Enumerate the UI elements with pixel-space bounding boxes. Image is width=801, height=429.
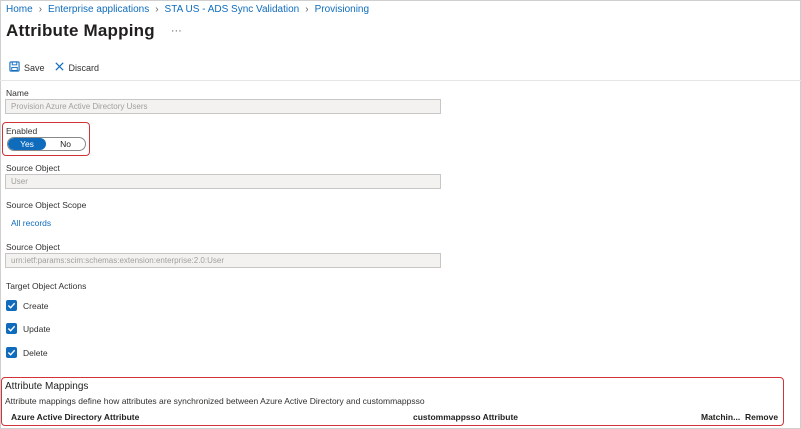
source-object-label: Source Object — [6, 163, 60, 173]
column-header-app-attribute[interactable]: custommappsso Attribute — [413, 412, 518, 422]
save-icon — [9, 61, 24, 74]
enabled-yes-option[interactable]: Yes — [8, 138, 46, 150]
chevron-right-icon: › — [155, 4, 159, 15]
delete-label: Delete — [23, 347, 48, 358]
page-frame — [0, 0, 801, 429]
enabled-toggle[interactable]: Yes No — [7, 137, 86, 151]
create-action-row: Create — [6, 300, 49, 311]
close-icon — [54, 61, 69, 74]
enabled-no-option[interactable]: No — [46, 138, 85, 150]
title-row: Attribute Mapping ··· — [6, 21, 182, 41]
target-object-field[interactable]: urn:ietf:params:scim:schemas:extension:e… — [5, 253, 441, 268]
checkmark-icon — [7, 349, 16, 356]
create-checkbox[interactable] — [6, 300, 17, 311]
column-header-remove[interactable]: Remove — [745, 412, 778, 422]
source-object-scope-label: Source Object Scope — [6, 200, 87, 210]
breadcrumb-home[interactable]: Home — [6, 4, 33, 15]
delete-checkbox[interactable] — [6, 347, 17, 358]
more-options-icon[interactable]: ··· — [171, 25, 182, 37]
page-title: Attribute Mapping — [6, 21, 155, 40]
chevron-right-icon: › — [38, 4, 43, 15]
all-records-link[interactable]: All records — [11, 218, 51, 228]
save-button[interactable]: Save — [9, 61, 45, 74]
save-label: Save — [24, 62, 45, 73]
breadcrumb-provisioning[interactable]: Provisioning — [315, 4, 369, 15]
chevron-right-icon: › — [305, 4, 309, 15]
toolbar: Save Discard — [9, 61, 108, 74]
update-checkbox[interactable] — [6, 323, 17, 334]
name-label: Name — [6, 88, 29, 98]
target-object-actions-label: Target Object Actions — [6, 281, 87, 291]
discard-button[interactable]: Discard — [54, 61, 100, 74]
column-header-aad-attribute[interactable]: Azure Active Directory Attribute — [11, 412, 139, 422]
name-field[interactable]: Provision Azure Active Directory Users — [5, 99, 441, 114]
attribute-mappings-description: Attribute mappings define how attributes… — [5, 396, 425, 406]
breadcrumb-app[interactable]: STA US - ADS Sync Validation — [165, 4, 300, 15]
source-object-field[interactable]: User — [5, 174, 441, 189]
attribute-mappings-title: Attribute Mappings — [5, 381, 89, 392]
enabled-label: Enabled — [6, 126, 38, 136]
update-label: Update — [23, 323, 51, 334]
toolbar-divider — [0, 80, 801, 81]
delete-action-row: Delete — [6, 347, 48, 358]
breadcrumb-enterprise-applications[interactable]: Enterprise applications — [48, 4, 149, 15]
target-object-label: Source Object — [6, 242, 60, 252]
breadcrumb: Home › Enterprise applications › STA US … — [6, 4, 369, 15]
checkmark-icon — [7, 302, 16, 309]
column-header-matching[interactable]: Matchin... — [701, 412, 740, 422]
discard-label: Discard — [68, 62, 100, 73]
update-action-row: Update — [6, 323, 50, 334]
create-label: Create — [23, 300, 49, 311]
checkmark-icon — [7, 325, 16, 332]
